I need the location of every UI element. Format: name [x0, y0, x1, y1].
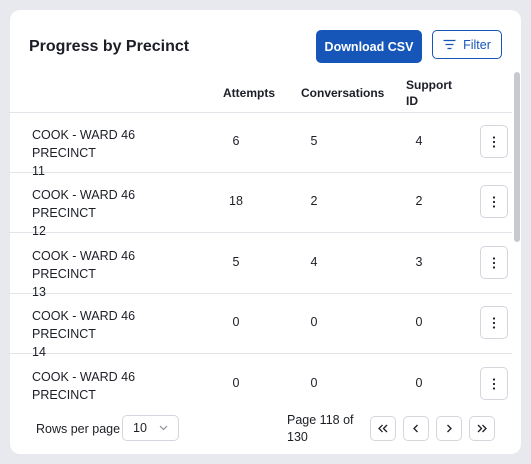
table-row: COOK - WARD 46 PRECINCT 11 6 5 4 [10, 112, 512, 178]
next-page-button[interactable] [436, 416, 462, 441]
rows-per-page-label: Rows per page [36, 422, 121, 436]
previous-page-button[interactable] [403, 416, 429, 441]
support-id-cell: 2 [415, 194, 423, 208]
more-vertical-icon [492, 135, 496, 148]
conversations-cell: 4 [310, 255, 318, 269]
conversations-cell: 0 [310, 315, 318, 329]
column-header-support-id-line2: ID [406, 94, 418, 108]
chevrons-left-icon [378, 424, 388, 433]
pagination-footer: Rows per page 10 Page 118 of 130 [10, 400, 521, 454]
attempts-cell: 5 [232, 255, 240, 269]
precinct-name: COOK - WARD 46 PRECINCT [32, 128, 136, 160]
row-menu-button[interactable] [480, 367, 508, 400]
conversations-cell: 5 [310, 134, 318, 148]
support-id-cell: 0 [415, 315, 423, 329]
precinct-name: COOK - WARD 46 PRECINCT [32, 249, 136, 281]
row-menu-button[interactable] [480, 246, 508, 279]
attempts-cell: 0 [232, 315, 240, 329]
column-header-support-id[interactable]: Support ID [406, 77, 452, 109]
more-vertical-icon [492, 256, 496, 269]
chevron-right-icon [447, 424, 452, 433]
last-page-button[interactable] [469, 416, 495, 441]
table-body: COOK - WARD 46 PRECINCT 11 6 5 4 COOK - … [10, 112, 512, 402]
progress-card: Progress by Precinct Download CSV Filter… [10, 10, 521, 454]
precinct-name: COOK - WARD 46 PRECINCT [32, 188, 136, 220]
conversations-cell: 2 [310, 194, 318, 208]
column-header-support-id-line1: Support [406, 78, 452, 92]
rows-per-page-value: 10 [133, 421, 147, 435]
scrollbar-thumb[interactable] [514, 72, 520, 242]
precinct-cell: COOK - WARD 46 PRECINCT 15 [32, 368, 202, 402]
attempts-cell: 0 [232, 376, 240, 390]
more-vertical-icon [492, 316, 496, 329]
support-id-cell: 3 [415, 255, 423, 269]
card-header: Progress by Precinct Download CSV Filter [10, 10, 521, 80]
page-info-line1: Page 118 of [287, 413, 354, 427]
chevrons-right-icon [477, 424, 487, 433]
page-title: Progress by Precinct [29, 38, 190, 55]
filter-icon [443, 39, 456, 50]
precinct-name: COOK - WARD 46 PRECINCT [32, 370, 136, 402]
rows-per-page-select[interactable]: 10 [122, 415, 179, 441]
row-menu-button[interactable] [480, 306, 508, 339]
more-vertical-icon [492, 195, 496, 208]
attempts-cell: 6 [232, 134, 240, 148]
filter-button-label: Filter [463, 37, 491, 52]
page-info-line2: 130 [287, 430, 308, 444]
page-info: Page 118 of 130 [287, 412, 361, 446]
download-csv-button[interactable]: Download CSV [316, 30, 422, 63]
column-header-attempts[interactable]: Attempts [223, 85, 275, 101]
precinct-cell: COOK - WARD 46 PRECINCT 14 [32, 307, 202, 361]
precinct-cell: COOK - WARD 46 PRECINCT 12 [32, 186, 202, 240]
row-menu-button[interactable] [480, 125, 508, 158]
chevron-left-icon [413, 424, 418, 433]
chevron-down-icon [159, 425, 168, 431]
precinct-name: COOK - WARD 46 PRECINCT [32, 309, 136, 341]
filter-button[interactable]: Filter [432, 30, 502, 59]
table-row: COOK - WARD 46 PRECINCT 13 5 4 3 [10, 233, 512, 299]
more-vertical-icon [492, 377, 496, 390]
attempts-cell: 18 [229, 194, 243, 208]
support-id-cell: 4 [415, 134, 423, 148]
support-id-cell: 0 [415, 376, 423, 390]
table-row: COOK - WARD 46 PRECINCT 15 0 0 0 [10, 354, 512, 402]
column-header-conversations[interactable]: Conversations [301, 85, 384, 101]
conversations-cell: 0 [310, 376, 318, 390]
table-row: COOK - WARD 46 PRECINCT 12 18 2 2 [10, 172, 512, 238]
first-page-button[interactable] [370, 416, 396, 441]
row-menu-button[interactable] [480, 185, 508, 218]
table-row: COOK - WARD 46 PRECINCT 14 0 0 0 [10, 293, 512, 359]
